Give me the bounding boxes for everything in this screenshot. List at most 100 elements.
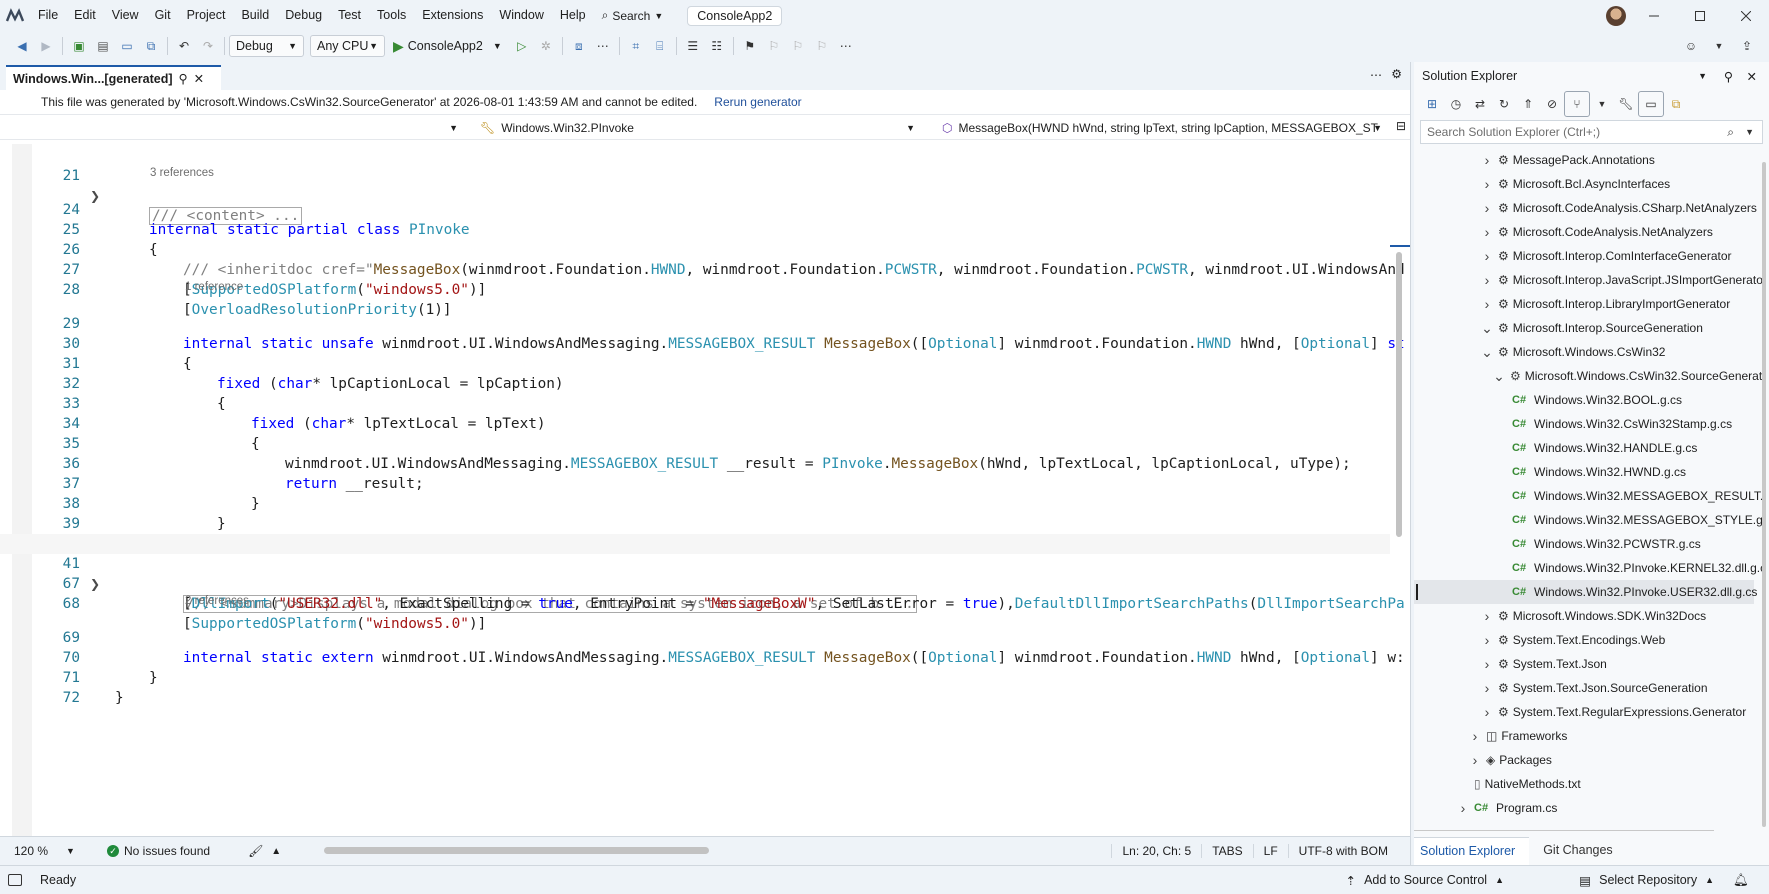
solution-search-input[interactable]: Search Solution Explorer (Ctrl+;) ⌕ ▼	[1420, 120, 1763, 144]
collapse-all-icon[interactable]: ⇑	[1516, 92, 1540, 116]
history-icon[interactable]: ◷	[1444, 92, 1468, 116]
forward-icon[interactable]: ▶	[34, 34, 58, 58]
tree-item[interactable]: ⌄ ⚙ Microsoft.Interop.SourceGeneration	[1414, 316, 1754, 340]
chevron-down-icon[interactable]: ⌄	[1480, 316, 1494, 340]
tree-item[interactable]: › ⚙ Microsoft.Interop.LibraryImportGenerat…	[1414, 292, 1754, 316]
chevron-right-icon[interactable]: ›	[1456, 796, 1470, 820]
chevron-down-icon[interactable]: ⌄	[1480, 340, 1494, 364]
project-nav-dropdown[interactable]: ▼	[18, 118, 458, 138]
comment-icon[interactable]: ⌗	[624, 34, 648, 58]
layout-icon[interactable]: ⧈	[567, 34, 591, 58]
chevron-right-icon[interactable]: ❯	[90, 574, 100, 594]
save-all-icon[interactable]: ⧉	[139, 34, 163, 58]
vertical-scrollbar[interactable]	[1396, 252, 1402, 537]
select-repository-button[interactable]: ▤ Select Repository ▲	[1579, 873, 1714, 888]
chevron-right-icon[interactable]: ❯	[90, 186, 100, 206]
indent-mode[interactable]: TABS	[1201, 844, 1252, 858]
cursor-position[interactable]: Ln: 20, Ch: 5	[1111, 844, 1201, 858]
document-tab[interactable]: Windows.Win...[generated] ⚲ ✕	[6, 65, 221, 90]
gear-icon[interactable]: ⚙	[1391, 67, 1402, 81]
save-icon[interactable]: ▭	[115, 34, 139, 58]
menu-project[interactable]: Project	[179, 0, 234, 31]
switch-views-icon[interactable]: ⊞	[1420, 92, 1444, 116]
tree-item[interactable]: › ◈ Packages	[1414, 748, 1754, 772]
minimize-button[interactable]	[1631, 0, 1677, 31]
tree-item[interactable]: › ⚙ MessagePack.Annotations	[1414, 148, 1754, 172]
configuration-dropdown[interactable]: Debug ▼	[229, 35, 304, 57]
tree-item[interactable]: › ⚙ System.Text.RegularExpressions.Generat…	[1414, 700, 1754, 724]
chevron-down-icon[interactable]: ⌄	[1492, 364, 1506, 388]
menu-extensions[interactable]: Extensions	[414, 0, 491, 31]
properties-icon[interactable]: 🔧︎	[1614, 92, 1638, 116]
menu-test[interactable]: Test	[330, 0, 369, 31]
more-icon[interactable]: ⋯	[1370, 68, 1382, 82]
share-icon[interactable]: ⇪	[1735, 34, 1759, 58]
tree-item[interactable]: › ⚙ System.Text.Json	[1414, 652, 1754, 676]
close-icon[interactable]: ✕	[1747, 69, 1757, 84]
chevron-right-icon[interactable]: ›	[1480, 604, 1494, 628]
tree-item[interactable]: C# Windows.Win32.PCWSTR.g.cs	[1414, 532, 1754, 556]
codelens-references[interactable]: 1 reference	[185, 280, 243, 294]
chevron-down-icon[interactable]: ▼	[1590, 92, 1614, 116]
tree-scrollbar[interactable]	[1762, 162, 1766, 827]
tree-item[interactable]: C# Windows.Win32.PInvoke.USER32.dll.g.cs	[1414, 580, 1757, 604]
preview-icon[interactable]: ▭	[1638, 91, 1664, 117]
chevron-down-icon[interactable]: ▼	[1745, 127, 1754, 137]
tree-item[interactable]: › ⚙ Microsoft.CodeAnalysis.NetAnalyzers	[1414, 220, 1754, 244]
more-icon[interactable]: ⋯	[591, 34, 615, 58]
chevron-down-icon[interactable]: ▼	[1707, 34, 1731, 58]
avatar[interactable]	[1606, 6, 1626, 26]
indent-icon[interactable]: ☷	[705, 34, 729, 58]
tree-item[interactable]: › ⚙ System.Text.Json.SourceGeneration	[1414, 676, 1754, 700]
tree-item[interactable]: › ⚙ Microsoft.Windows.SDK.Win32Docs	[1414, 604, 1754, 628]
code-area[interactable]: 21 ❯ /// <content> ... 3 references 24 i…	[0, 146, 1405, 746]
chevron-right-icon[interactable]: ›	[1480, 244, 1494, 268]
tree-item[interactable]: › ⚙ Microsoft.Interop.ComInterfaceGenerato…	[1414, 244, 1754, 268]
chevron-right-icon[interactable]: ›	[1480, 196, 1494, 220]
start-without-debugging-icon[interactable]: ▷	[510, 34, 534, 58]
horizontal-scrollbar[interactable]	[324, 847, 709, 854]
codelens-references[interactable]: 2 references	[185, 594, 249, 608]
chevron-right-icon[interactable]: ›	[1468, 748, 1482, 772]
rerun-generator-link[interactable]: Rerun generator	[714, 95, 801, 109]
hot-reload-icon[interactable]: ✲	[534, 34, 558, 58]
tree-item[interactable]: C# Windows.Win32.CsWin32Stamp.g.cs	[1414, 412, 1754, 436]
outdent-icon[interactable]: ☰	[681, 34, 705, 58]
platform-dropdown[interactable]: Any CPU ▼	[310, 35, 385, 57]
menu-git[interactable]: Git	[147, 0, 179, 31]
show-all-files-icon[interactable]: ⊘	[1540, 92, 1564, 116]
menu-build[interactable]: Build	[233, 0, 277, 31]
tree-item[interactable]: C# Windows.Win32.MESSAGEBOX_RESULT.g.cs	[1414, 484, 1764, 508]
line-ending[interactable]: LF	[1252, 844, 1288, 858]
brush-icon[interactable]: 🖌︎	[248, 844, 263, 858]
member-nav-dropdown[interactable]: ⬡ MessageBox(HWND hWnd, string lpText, s…	[942, 118, 1382, 138]
tree-item[interactable]: ⌄ ⚙ Microsoft.Windows.CsWin32	[1414, 340, 1754, 364]
chevron-right-icon[interactable]: ›	[1480, 292, 1494, 316]
menu-edit[interactable]: Edit	[66, 0, 104, 31]
tree-item[interactable]: › ⚙ Microsoft.Bcl.AsyncInterfaces	[1414, 172, 1754, 196]
copilot-icon[interactable]: ☺	[1679, 34, 1703, 58]
chevron-right-icon[interactable]: ›	[1480, 652, 1494, 676]
chevron-right-icon[interactable]: ›	[1480, 700, 1494, 724]
sync-icon[interactable]: ⇄	[1468, 92, 1492, 116]
type-nav-dropdown[interactable]: 🔧︎ Windows.Win32.PInvoke ▼	[480, 118, 915, 138]
menu-view[interactable]: View	[104, 0, 147, 31]
refresh-icon[interactable]: ↻	[1492, 92, 1516, 116]
bookmark-icon[interactable]: ⚑	[738, 34, 762, 58]
prev-bookmark-icon[interactable]: ⚐	[762, 34, 786, 58]
redo-icon[interactable]: ↷	[196, 34, 220, 58]
tree-item[interactable]: › ⚙ System.Text.Encodings.Web	[1414, 628, 1754, 652]
chevron-right-icon[interactable]: ›	[1480, 220, 1494, 244]
close-icon[interactable]: ✕	[194, 71, 204, 86]
add-source-control-button[interactable]: ⇡ Add to Source Control ▲	[1346, 873, 1504, 888]
file-encoding[interactable]: UTF-8 with BOM	[1287, 844, 1388, 858]
bell-icon[interactable]: 🔔︎	[1733, 873, 1749, 888]
undo-icon[interactable]: ↶	[172, 34, 196, 58]
clear-bookmarks-icon[interactable]: ⚐	[810, 34, 834, 58]
menu-tools[interactable]: Tools	[369, 0, 414, 31]
uncomment-icon[interactable]: ⌸	[648, 34, 672, 58]
search-button[interactable]: ⌕ Search ▼	[594, 8, 672, 23]
tree-item[interactable]: C# Windows.Win32.MESSAGEBOX_STYLE.g.cs	[1414, 508, 1764, 532]
menu-help[interactable]: Help	[552, 0, 594, 31]
close-button[interactable]	[1723, 0, 1769, 31]
